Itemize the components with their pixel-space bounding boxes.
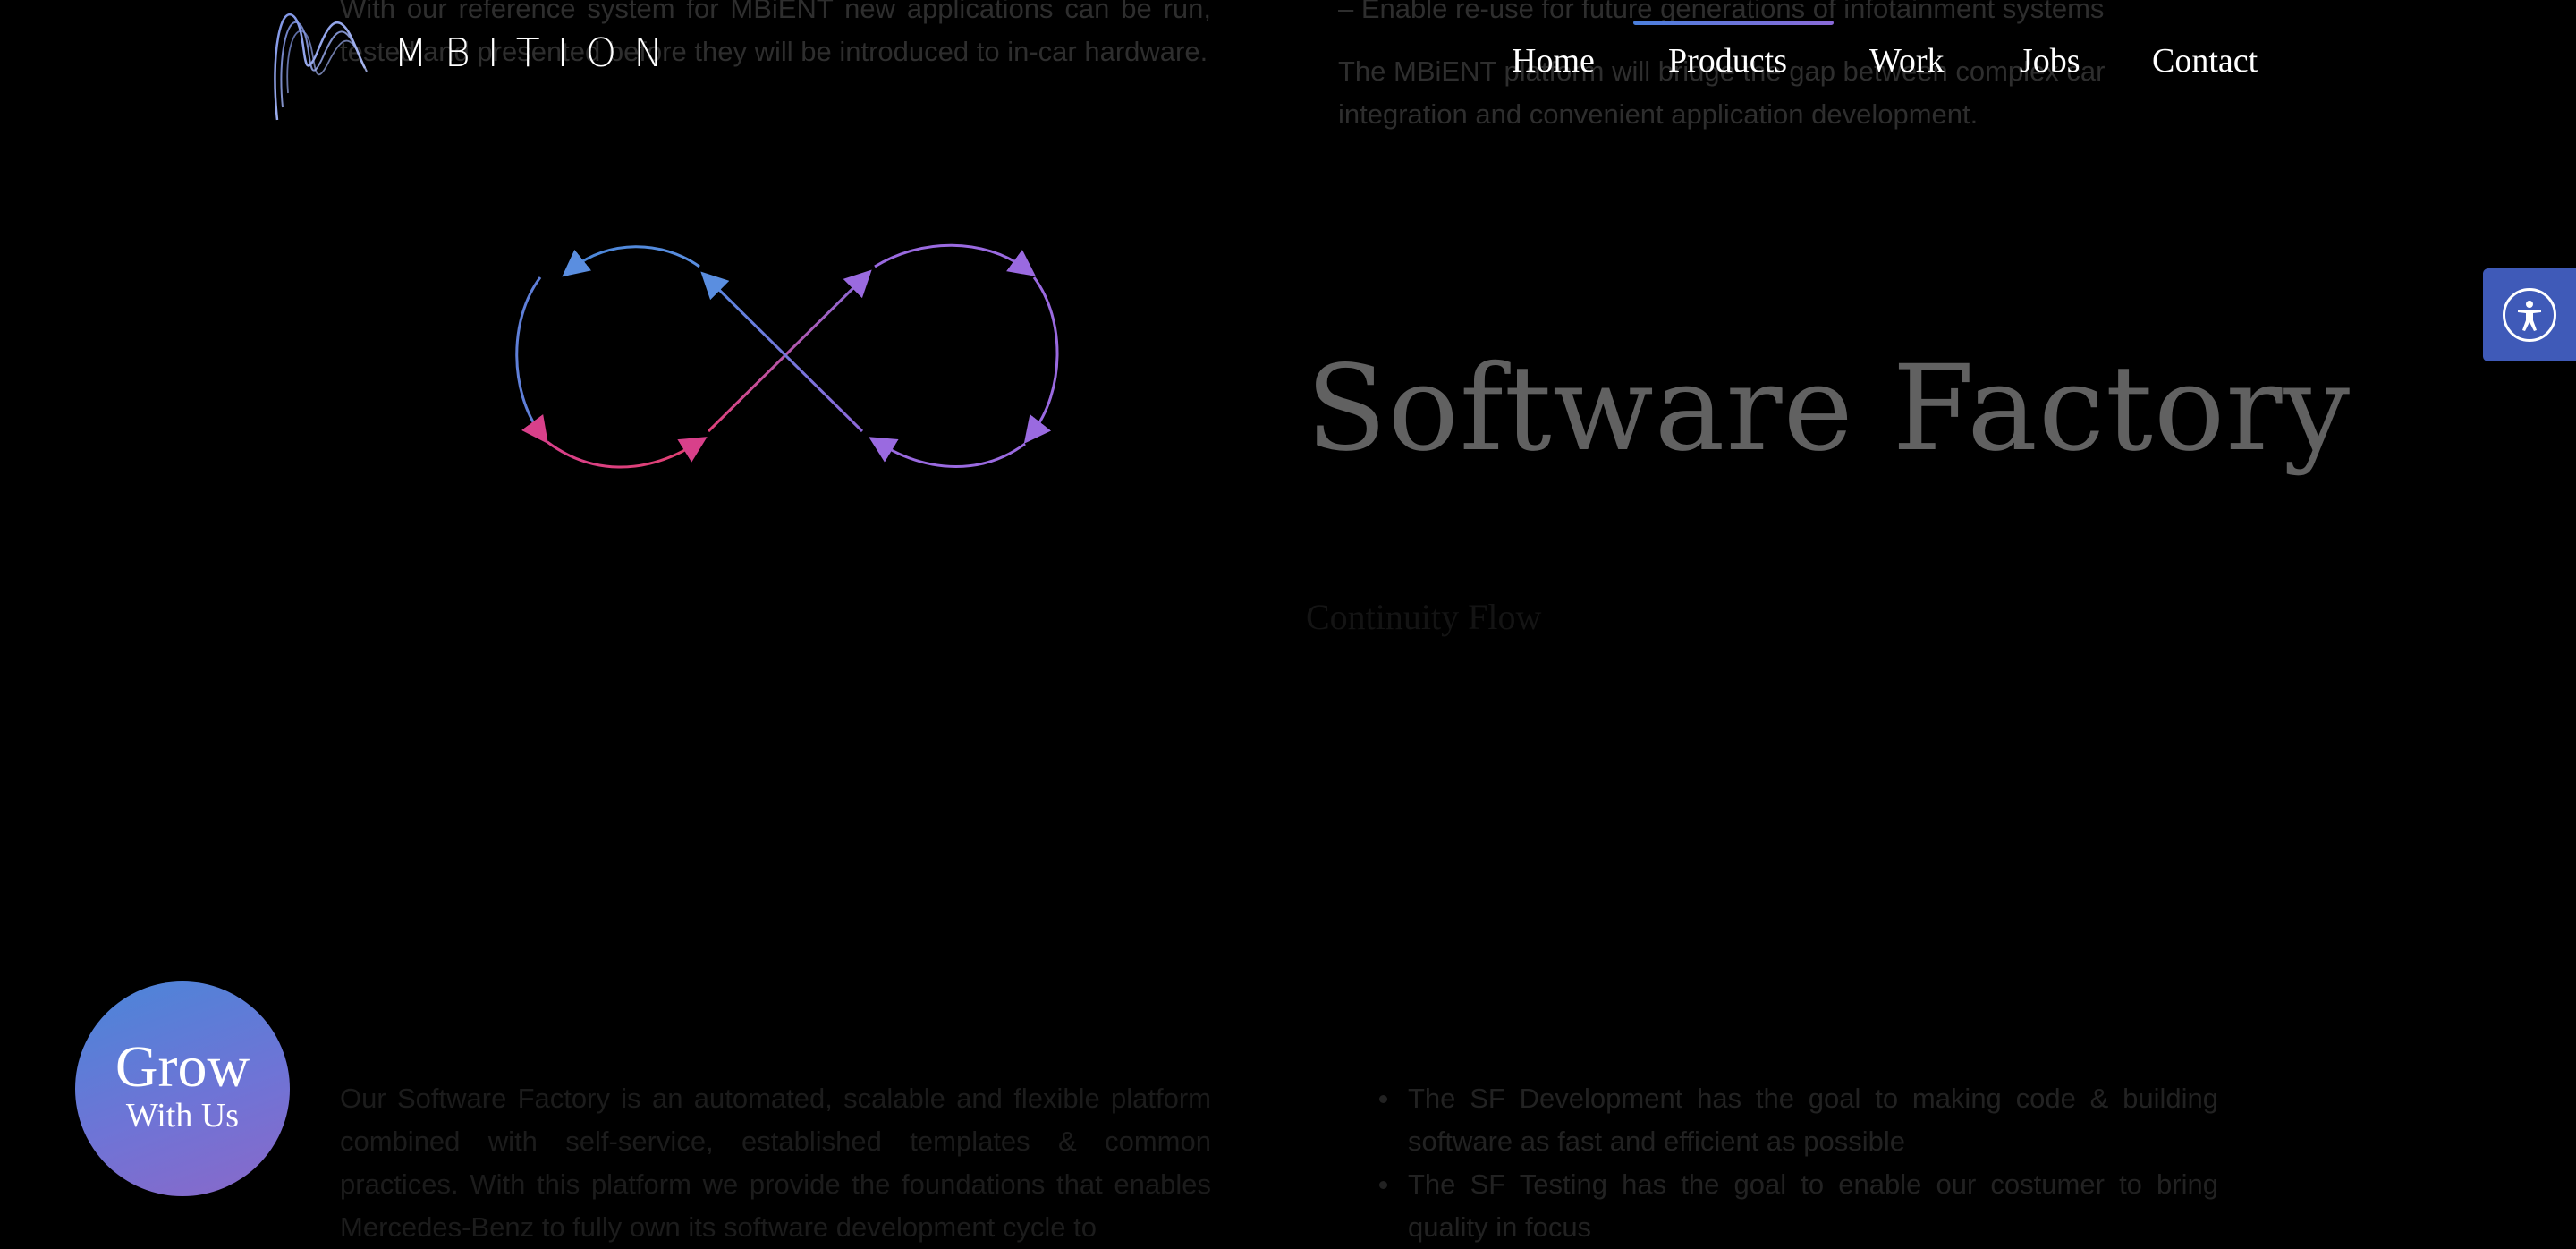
loop-right-top-arc: [874, 243, 1037, 276]
with-us-label: With Us: [125, 1097, 240, 1134]
section-title: Software Factory: [1306, 340, 2351, 478]
software-factory-description: Our Software Factory is an automated, sc…: [340, 1083, 1211, 1243]
accessibility-button[interactable]: [2483, 268, 2576, 361]
infinity-loop-graphic: [515, 243, 1059, 469]
accessibility-person-icon: [2503, 288, 2556, 342]
intro-list-item-right: – Enable re-use for future generations o…: [1338, 0, 2105, 24]
grow-with-us-button[interactable]: Grow With Us: [75, 981, 290, 1196]
loop-left-bottom-arc: [547, 437, 708, 469]
software-factory-bullets: The SF Development has the goal to makin…: [1377, 1077, 2218, 1249]
nav-contact[interactable]: Contact: [2152, 41, 2258, 81]
mbition-wave-logo-icon: [274, 13, 368, 121]
logo[interactable]: MBITION: [265, 0, 685, 125]
logo-wordmark: MBITION: [394, 30, 681, 76]
nav-work[interactable]: Work: [1869, 41, 1944, 81]
nav-active-indicator: [1633, 21, 1834, 25]
nav-jobs[interactable]: Jobs: [2020, 41, 2080, 81]
list-item: The SF Testing has the goal to enable ou…: [1377, 1163, 2218, 1249]
loop-right-side-arc: [1023, 276, 1059, 444]
loop-left-side-arc: [515, 276, 548, 445]
grow-label: Grow: [114, 1034, 250, 1100]
nav-home[interactable]: Home: [1512, 41, 1595, 81]
nav-products[interactable]: Products: [1668, 41, 1787, 81]
loop-left-top-arc: [562, 245, 700, 277]
list-item: The SF Development has the goal to makin…: [1377, 1077, 2218, 1163]
loop-right-bottom-arc: [869, 437, 1026, 468]
section-subtitle: Continuity Flow: [1306, 597, 1542, 637]
